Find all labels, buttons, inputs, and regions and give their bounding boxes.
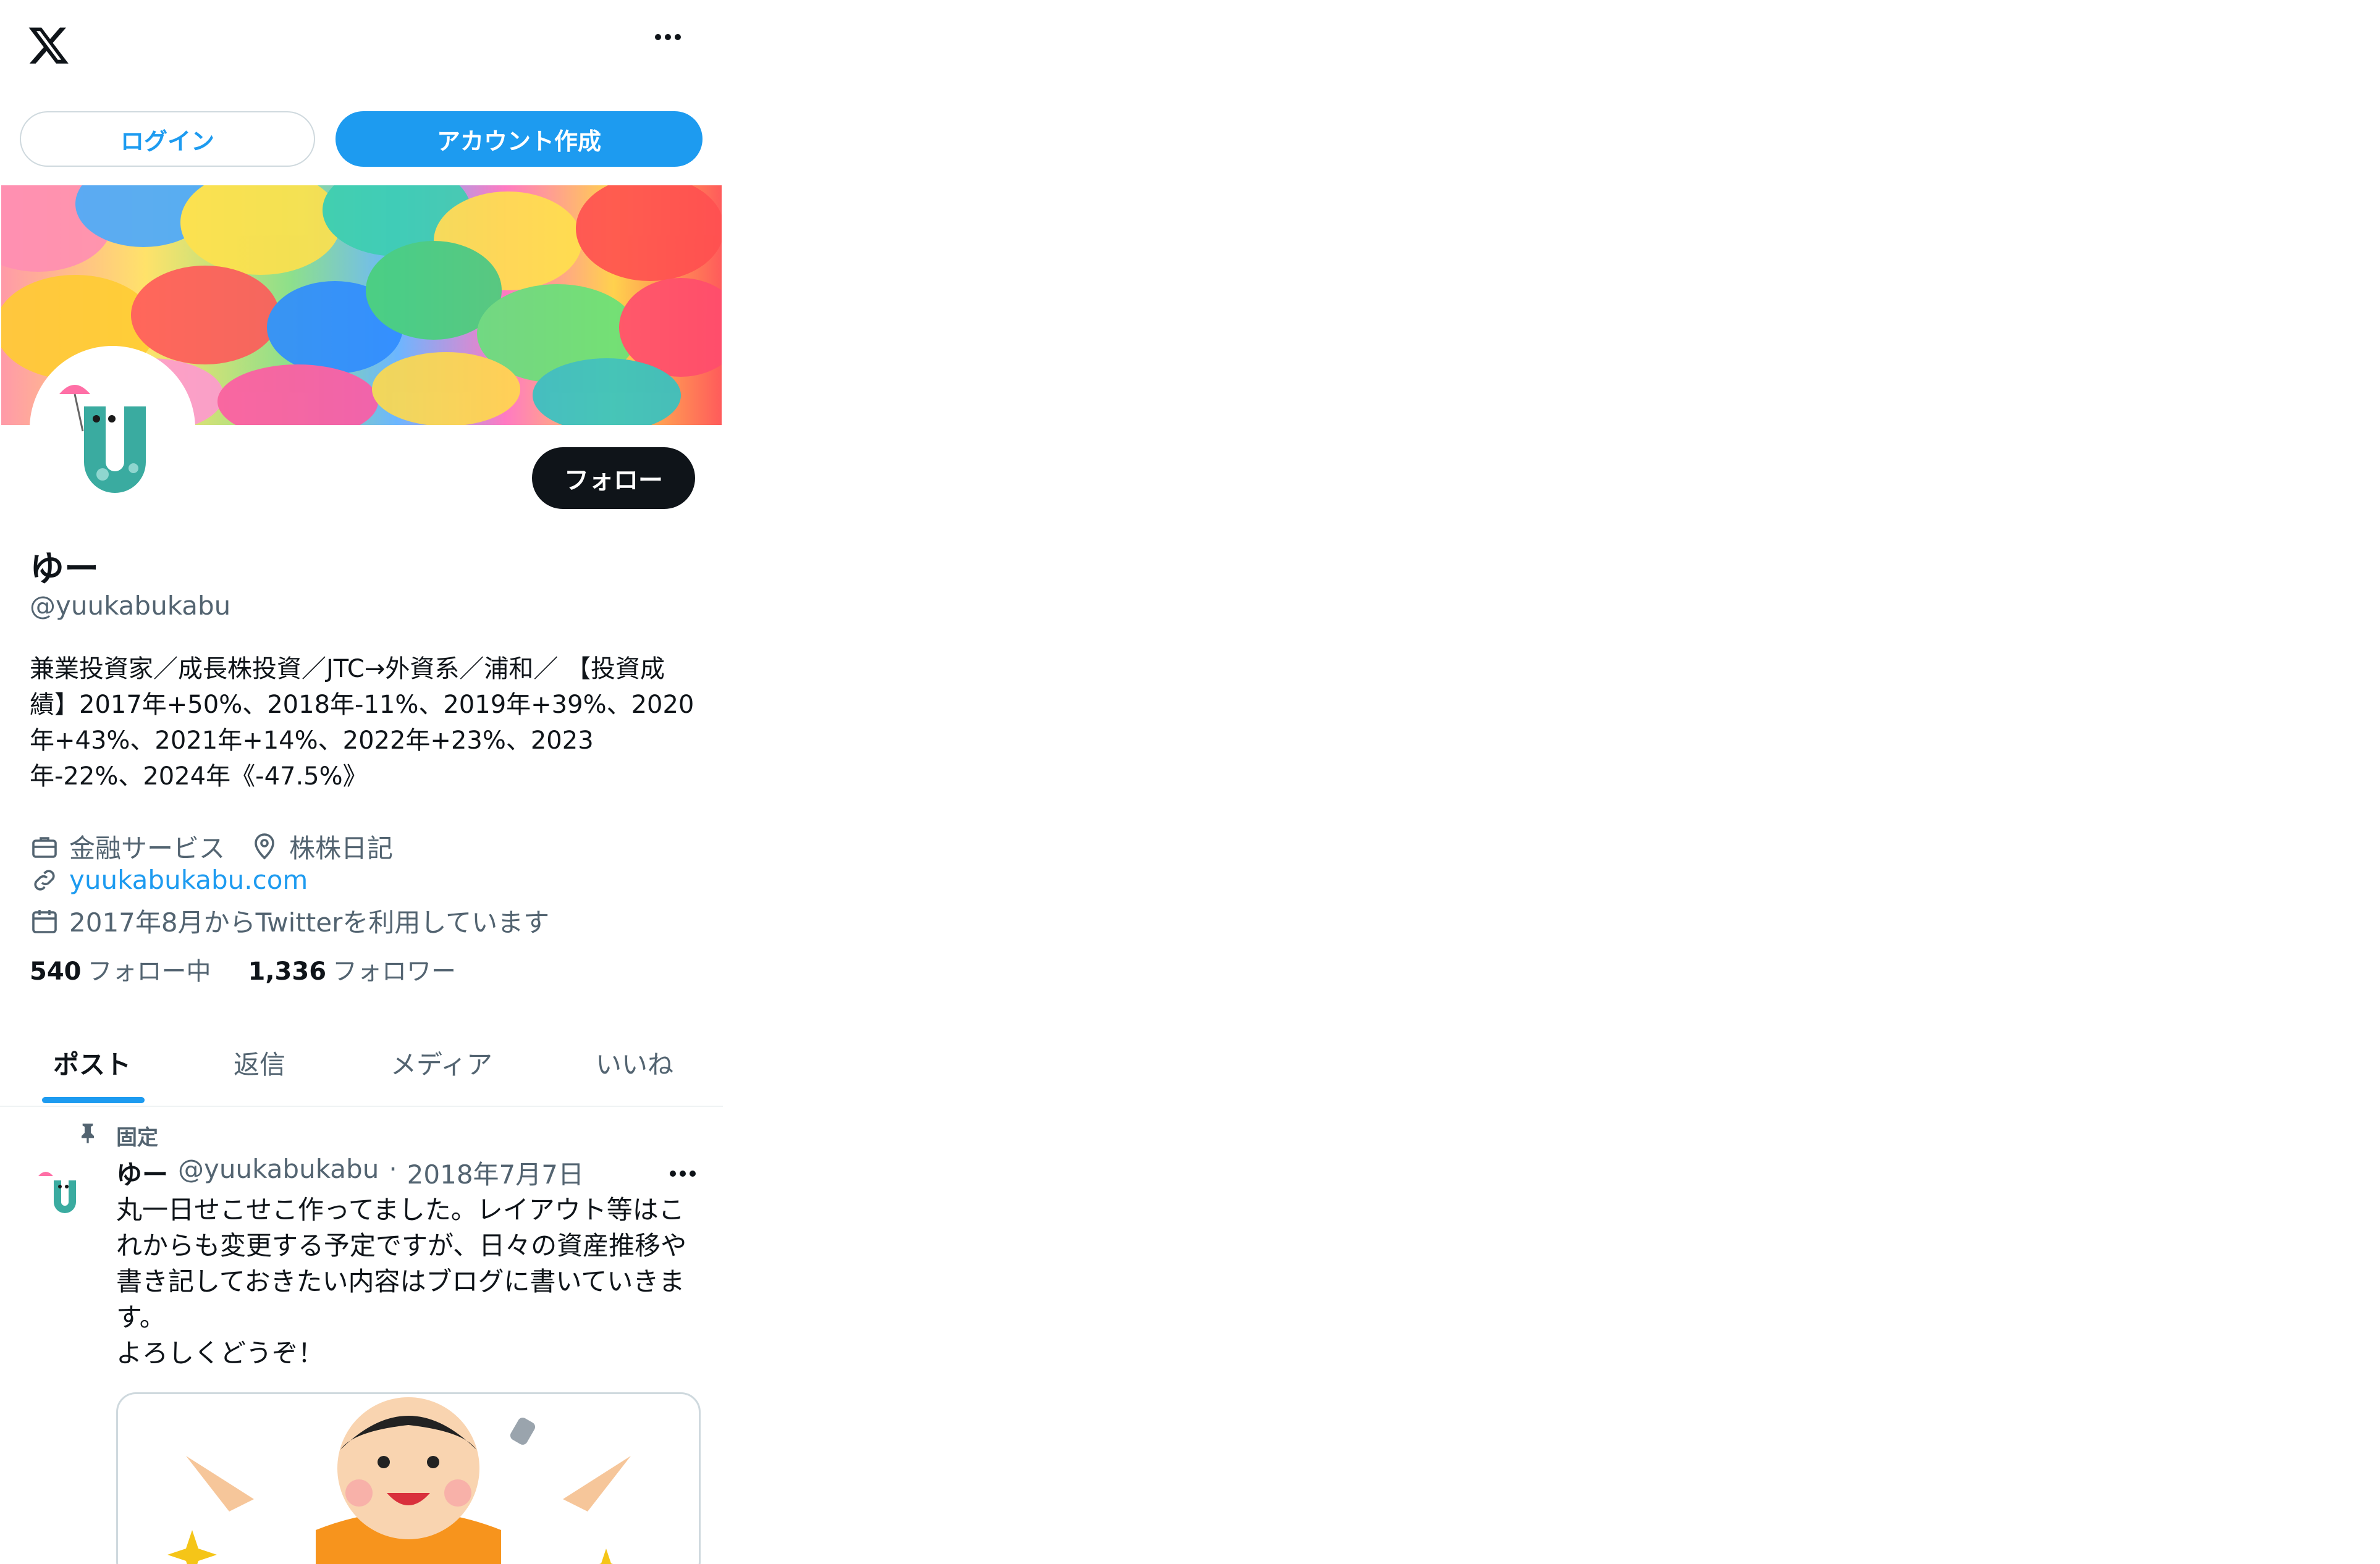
followers-label: フォロワー [332, 957, 457, 986]
post-header: ゆー @yuukabukabu · 2018年7月7日 [116, 1154, 584, 1192]
post-author-name[interactable]: ゆー [116, 1154, 168, 1192]
post-more-icon[interactable] [670, 1167, 699, 1179]
profile-page: ログイン アカウント作成 フォロー ゆー @yuukabukabu 兼業投資家／… [0, 0, 723, 1564]
post-text: 丸一日せこせこ作ってました。レイアウト等はこれからも変更する予定ですが、日々の資… [116, 1195, 687, 1368]
tab-replies[interactable]: 返信 [234, 1044, 285, 1082]
briefcase-icon [32, 836, 57, 858]
avatar-character-small-icon [38, 1172, 76, 1213]
create-account-button[interactable]: アカウント作成 [335, 111, 703, 167]
profile-website-row: yuukabukabu.com [30, 865, 308, 895]
top-bar [0, 0, 723, 93]
x-logo-icon[interactable] [27, 23, 70, 67]
followers-count-link[interactable]: 1,336 フォロワー [248, 951, 457, 987]
profile-tabs: ポスト 返信 メディア いいね [0, 1025, 723, 1107]
tab-media[interactable]: メディア [390, 1044, 492, 1082]
post-separator: · [389, 1154, 397, 1184]
follow-button[interactable]: フォロー [532, 447, 695, 509]
link-icon [34, 869, 55, 891]
following-count: 540 [30, 957, 82, 986]
profile-website-link[interactable]: yuukabukabu.com [69, 865, 308, 895]
login-button[interactable]: ログイン [20, 111, 315, 167]
post-media-image[interactable] [116, 1392, 701, 1564]
profile-meta-row: 金融サービス 株株日記 [30, 828, 393, 865]
followers-count: 1,336 [248, 957, 327, 986]
pin-icon [82, 1124, 94, 1143]
more-options-icon[interactable] [655, 31, 692, 56]
post-author-avatar[interactable] [32, 1159, 94, 1221]
celebrating-person-illustration [167, 1397, 631, 1564]
profile-joined-date: 2017年8月からTwitterを利用しています [69, 907, 550, 938]
post-date[interactable]: 2018年7月7日 [407, 1154, 584, 1192]
follow-counts: 540 フォロー中 1,336 フォロワー [30, 951, 456, 987]
profile-joined-row: 2017年8月からTwitterを利用しています [30, 902, 549, 940]
location-pin-icon [255, 833, 274, 859]
following-label: フォロー中 [87, 957, 211, 986]
profile-name: ゆー [30, 549, 99, 589]
profile-avatar[interactable] [30, 346, 195, 511]
tab-likes[interactable]: いいね [596, 1044, 673, 1082]
profile-category: 金融サービス [69, 833, 226, 864]
tab-posts[interactable]: ポスト [53, 1044, 131, 1082]
profile-location: 株株日記 [289, 833, 394, 864]
active-tab-indicator [42, 1097, 145, 1103]
avatar-character-icon [35, 351, 190, 507]
following-count-link[interactable]: 540 フォロー中 [30, 951, 211, 987]
calendar-icon [32, 909, 57, 933]
profile-handle: @yuukabukabu [30, 591, 231, 621]
post-author-handle[interactable]: @yuukabukabu [178, 1154, 379, 1192]
pinned-label: 固定 [116, 1125, 158, 1150]
profile-bio: 兼業投資家／成長株投資／JTC→外資系／浦和／ 【投資成績】2017年+50%、… [30, 655, 694, 791]
